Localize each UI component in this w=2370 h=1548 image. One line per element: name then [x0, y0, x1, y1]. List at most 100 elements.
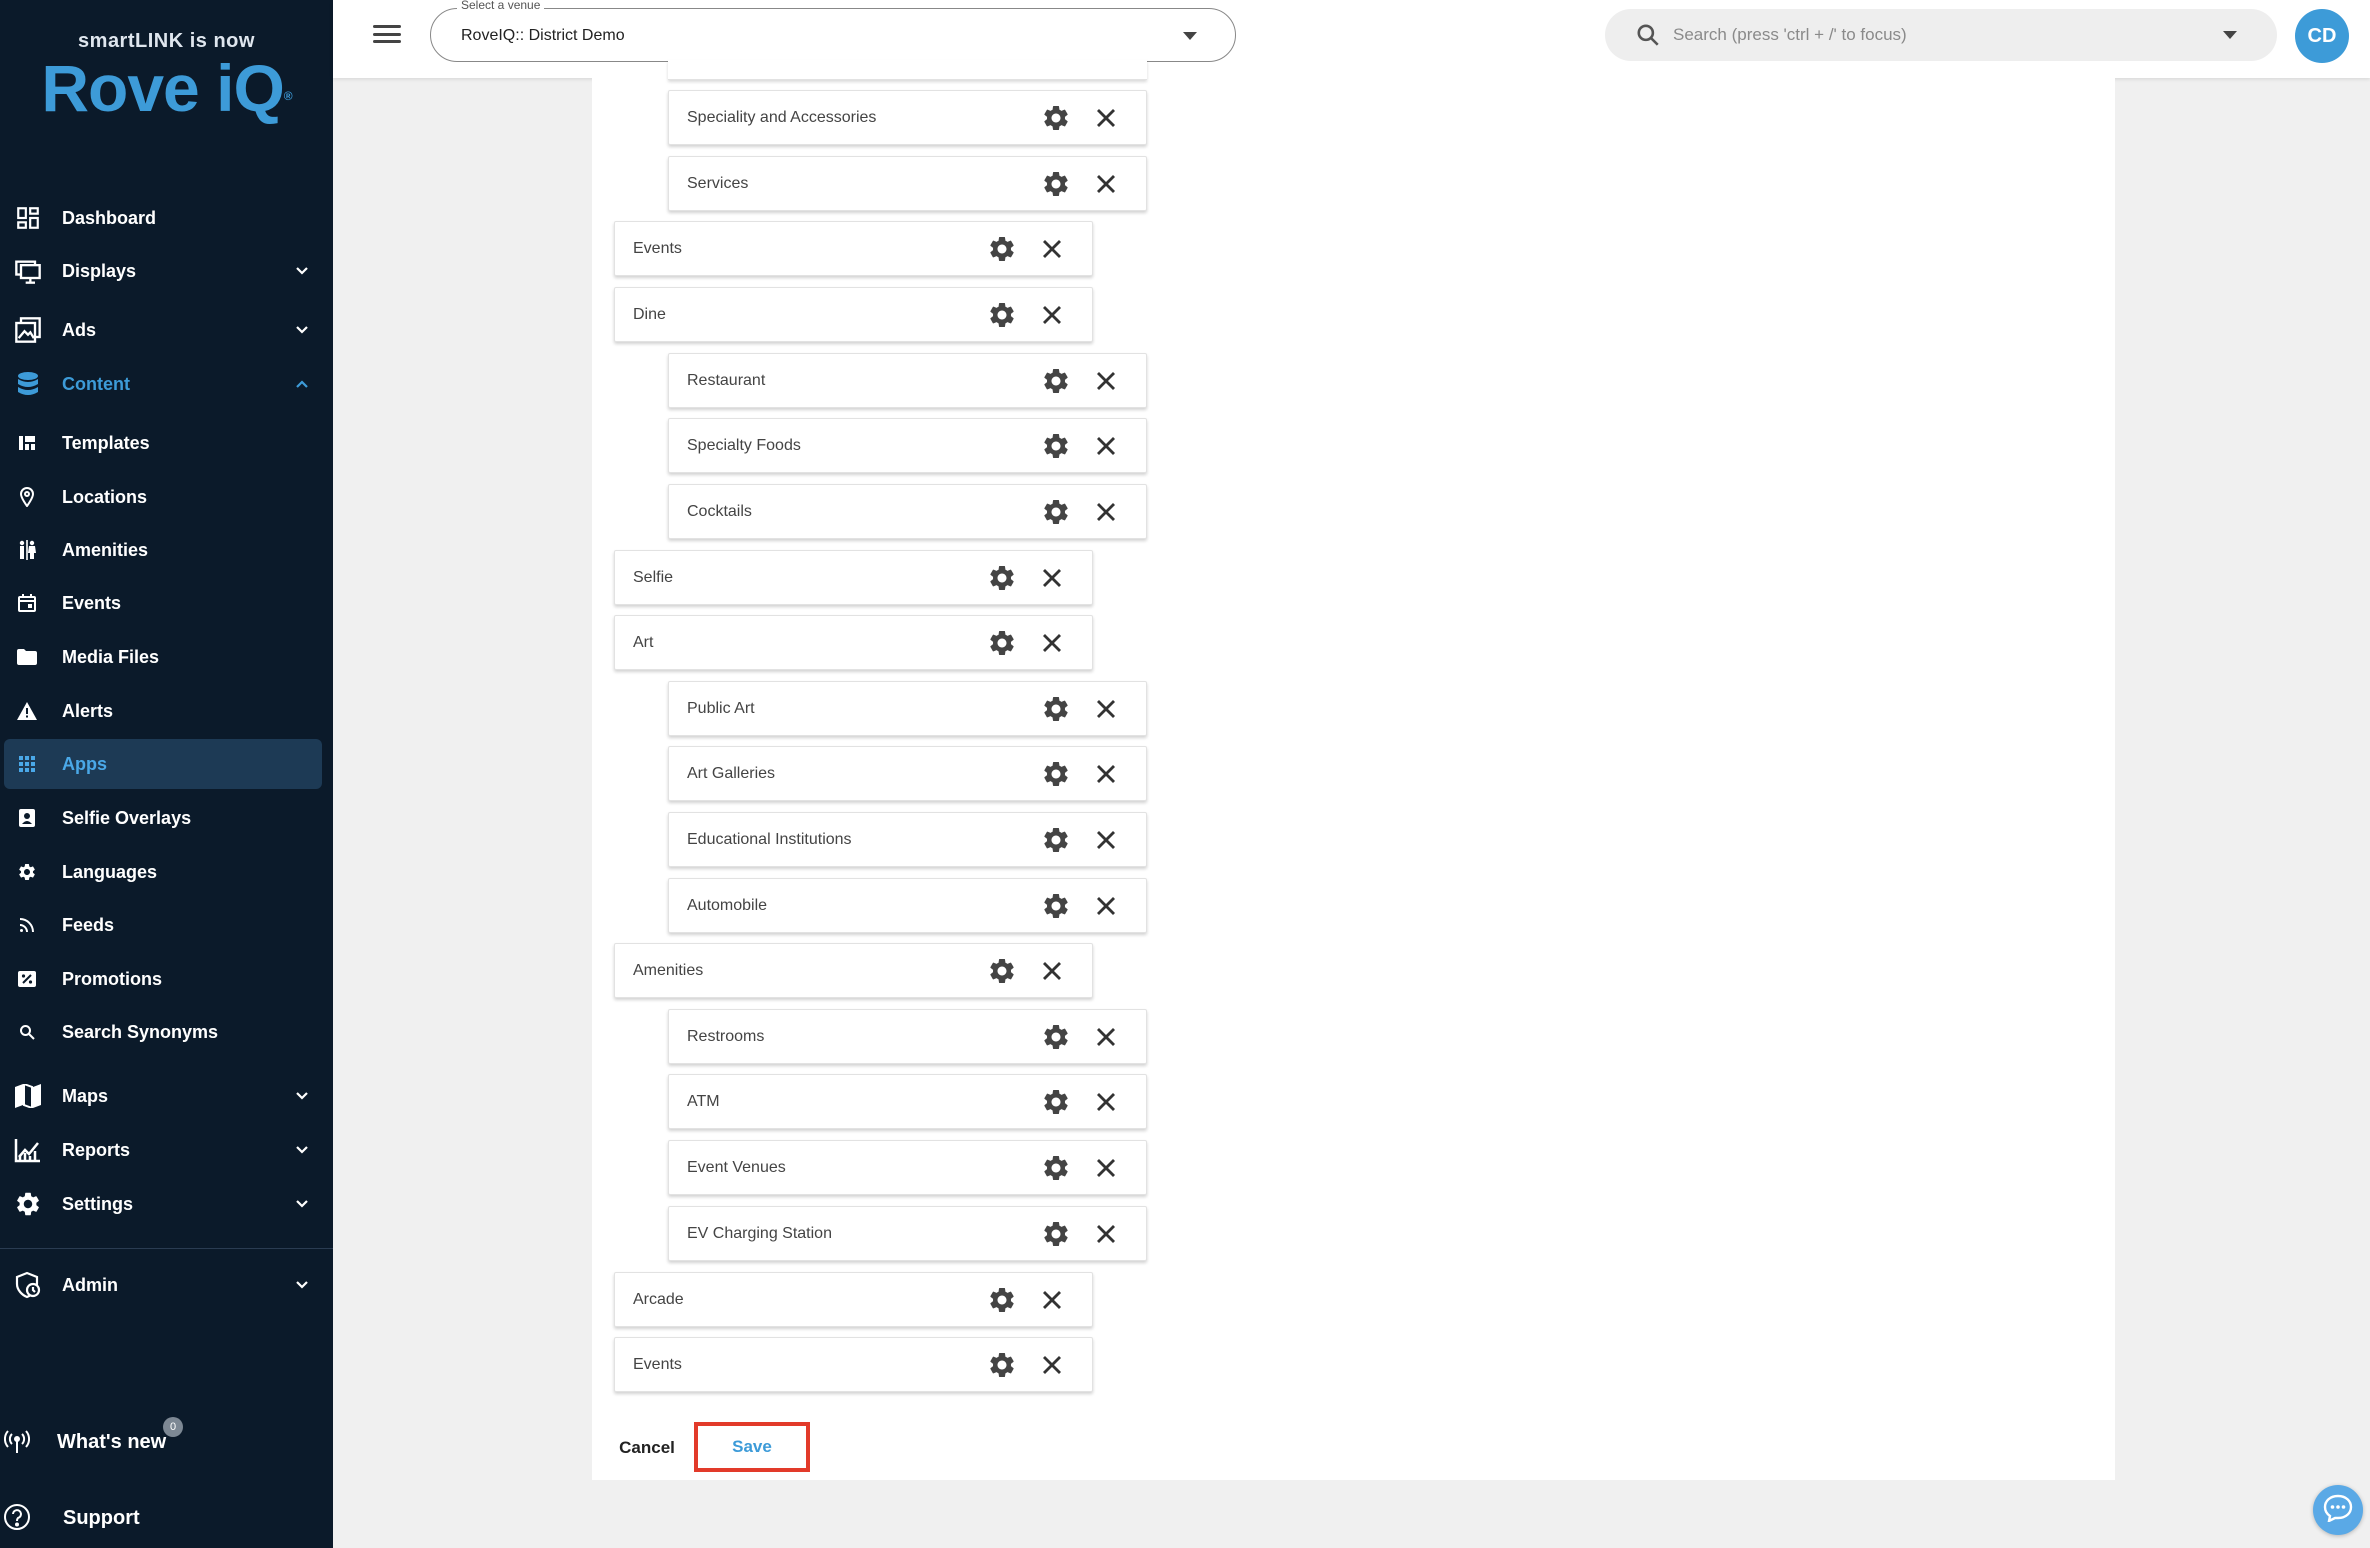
- close-icon[interactable]: [1095, 1223, 1117, 1245]
- sidebar-item-ads[interactable]: Ads: [0, 305, 333, 355]
- list-item-label: EV Charging Station: [687, 1225, 832, 1242]
- gear-icon[interactable]: [1041, 103, 1071, 133]
- close-icon[interactable]: [1041, 632, 1063, 654]
- close-icon[interactable]: [1095, 1026, 1117, 1048]
- sidebar-item-content[interactable]: Content: [0, 359, 333, 409]
- list-item[interactable]: Speciality and Accessories: [668, 90, 1147, 145]
- list-item[interactable]: Art: [614, 615, 1093, 670]
- gear-icon[interactable]: [1041, 1219, 1071, 1249]
- sidebar-item-alerts[interactable]: Alerts: [0, 686, 333, 736]
- gear-icon[interactable]: [1041, 497, 1071, 527]
- gear-icon[interactable]: [987, 1350, 1017, 1380]
- gear-icon[interactable]: [987, 300, 1017, 330]
- sidebar-item-amenities[interactable]: Amenities: [0, 525, 333, 575]
- sidebar-item-settings[interactable]: Settings: [0, 1179, 333, 1229]
- sidebar-item-apps[interactable]: Apps: [4, 739, 322, 789]
- sidebar-item-selfie-overlays[interactable]: Selfie Overlays: [0, 793, 333, 843]
- help-circle-icon: [3, 1503, 31, 1537]
- list-item[interactable]: Event Venues: [668, 1140, 1147, 1195]
- list-item-label: Services: [687, 175, 749, 192]
- close-icon[interactable]: [1095, 107, 1117, 129]
- sidebar-item-languages[interactable]: Languages: [0, 847, 333, 897]
- list-item[interactable]: Dine: [614, 287, 1093, 342]
- gear-icon[interactable]: [1041, 366, 1071, 396]
- list-item[interactable]: EV Charging Station: [668, 1206, 1147, 1261]
- close-icon[interactable]: [1095, 1091, 1117, 1113]
- gear-icon[interactable]: [1041, 1022, 1071, 1052]
- sidebar-item-admin[interactable]: Admin: [0, 1260, 333, 1310]
- close-icon[interactable]: [1041, 567, 1063, 589]
- list-item[interactable]: Cocktails: [668, 484, 1147, 539]
- search-input[interactable]: [1673, 22, 2213, 48]
- sidebar-item-events[interactable]: Events: [0, 578, 333, 628]
- support-link[interactable]: Support: [0, 1496, 333, 1540]
- list-item-label: Restrooms: [687, 1028, 765, 1045]
- close-icon[interactable]: [1095, 173, 1117, 195]
- list-item[interactable]: Educational Institutions: [668, 812, 1147, 867]
- list-item[interactable]: Public Art: [668, 681, 1147, 736]
- venue-select[interactable]: Select a venue RoveIQ:: District Demo: [430, 0, 1236, 62]
- close-icon[interactable]: [1095, 370, 1117, 392]
- sidebar-item-reports[interactable]: Reports: [0, 1125, 333, 1175]
- gear-icon[interactable]: [987, 628, 1017, 658]
- sidebar-item-label: Languages: [62, 861, 158, 882]
- list-item[interactable]: Events: [614, 221, 1093, 276]
- gear-icon[interactable]: [1041, 431, 1071, 461]
- close-icon[interactable]: [1095, 1157, 1117, 1179]
- gear-icon[interactable]: [1041, 825, 1071, 855]
- list-item[interactable]: ATM: [668, 1074, 1147, 1129]
- list-item[interactable]: Restrooms: [668, 1009, 1147, 1064]
- list-item[interactable]: Events: [614, 1337, 1093, 1392]
- sidebar-item-dashboard[interactable]: Dashboard: [0, 193, 333, 243]
- list-item[interactable]: Restaurant: [668, 353, 1147, 408]
- user-avatar[interactable]: CD: [2295, 9, 2349, 63]
- list-item[interactable]: Art Galleries: [668, 746, 1147, 801]
- gear-icon[interactable]: [987, 1285, 1017, 1315]
- sidebar-item-promotions[interactable]: Promotions: [0, 954, 333, 1004]
- sidebar: smartLINK is now Rove iQ® Dashboard Disp…: [0, 0, 333, 1548]
- list-item[interactable]: Arcade: [614, 1272, 1093, 1327]
- sidebar-item-displays[interactable]: Displays: [0, 246, 333, 296]
- close-icon[interactable]: [1041, 304, 1063, 326]
- close-icon[interactable]: [1095, 698, 1117, 720]
- save-button[interactable]: Save: [694, 1422, 810, 1472]
- gear-icon[interactable]: [1041, 891, 1071, 921]
- close-icon[interactable]: [1095, 435, 1117, 457]
- list-item[interactable]: Services: [668, 156, 1147, 211]
- gear-icon[interactable]: [987, 234, 1017, 264]
- sidebar-item-locations[interactable]: Locations: [0, 472, 333, 522]
- logo-brand-text: Rove iQ: [41, 51, 284, 125]
- sidebar-item-label: Ads: [62, 319, 97, 340]
- close-icon[interactable]: [1095, 895, 1117, 917]
- gear-icon[interactable]: [1041, 169, 1071, 199]
- sidebar-item-templates[interactable]: Templates: [0, 418, 333, 468]
- sidebar-item-maps[interactable]: Maps: [0, 1071, 333, 1121]
- gear-icon[interactable]: [987, 956, 1017, 986]
- sidebar-item-search-synonyms[interactable]: Search Synonyms: [0, 1007, 333, 1057]
- close-icon[interactable]: [1041, 960, 1063, 982]
- list-item[interactable]: Selfie: [614, 550, 1093, 605]
- broadcast-icon: [4, 1430, 30, 1460]
- list-item[interactable]: Specialty Foods: [668, 418, 1147, 473]
- menu-toggle-button[interactable]: [373, 22, 401, 46]
- gear-icon[interactable]: [1041, 694, 1071, 724]
- gear-icon[interactable]: [1041, 1087, 1071, 1117]
- close-icon[interactable]: [1041, 1354, 1063, 1376]
- list-item[interactable]: Amenities: [614, 943, 1093, 998]
- sidebar-item-media-files[interactable]: Media Files: [0, 632, 333, 682]
- caret-down-icon[interactable]: [2223, 31, 2237, 39]
- support-label: Support: [63, 1506, 140, 1529]
- gear-icon[interactable]: [1041, 1153, 1071, 1183]
- sidebar-item-label: Media Files: [62, 646, 160, 667]
- gear-icon[interactable]: [1041, 759, 1071, 789]
- list-item[interactable]: Automobile: [668, 878, 1147, 933]
- close-icon[interactable]: [1095, 829, 1117, 851]
- close-icon[interactable]: [1095, 501, 1117, 523]
- gear-icon[interactable]: [987, 563, 1017, 593]
- sidebar-item-feeds[interactable]: Feeds: [0, 900, 333, 950]
- close-icon[interactable]: [1095, 763, 1117, 785]
- close-icon[interactable]: [1041, 238, 1063, 260]
- chat-widget-button[interactable]: [2313, 1485, 2363, 1535]
- cancel-button[interactable]: Cancel: [607, 1425, 687, 1471]
- close-icon[interactable]: [1041, 1289, 1063, 1311]
